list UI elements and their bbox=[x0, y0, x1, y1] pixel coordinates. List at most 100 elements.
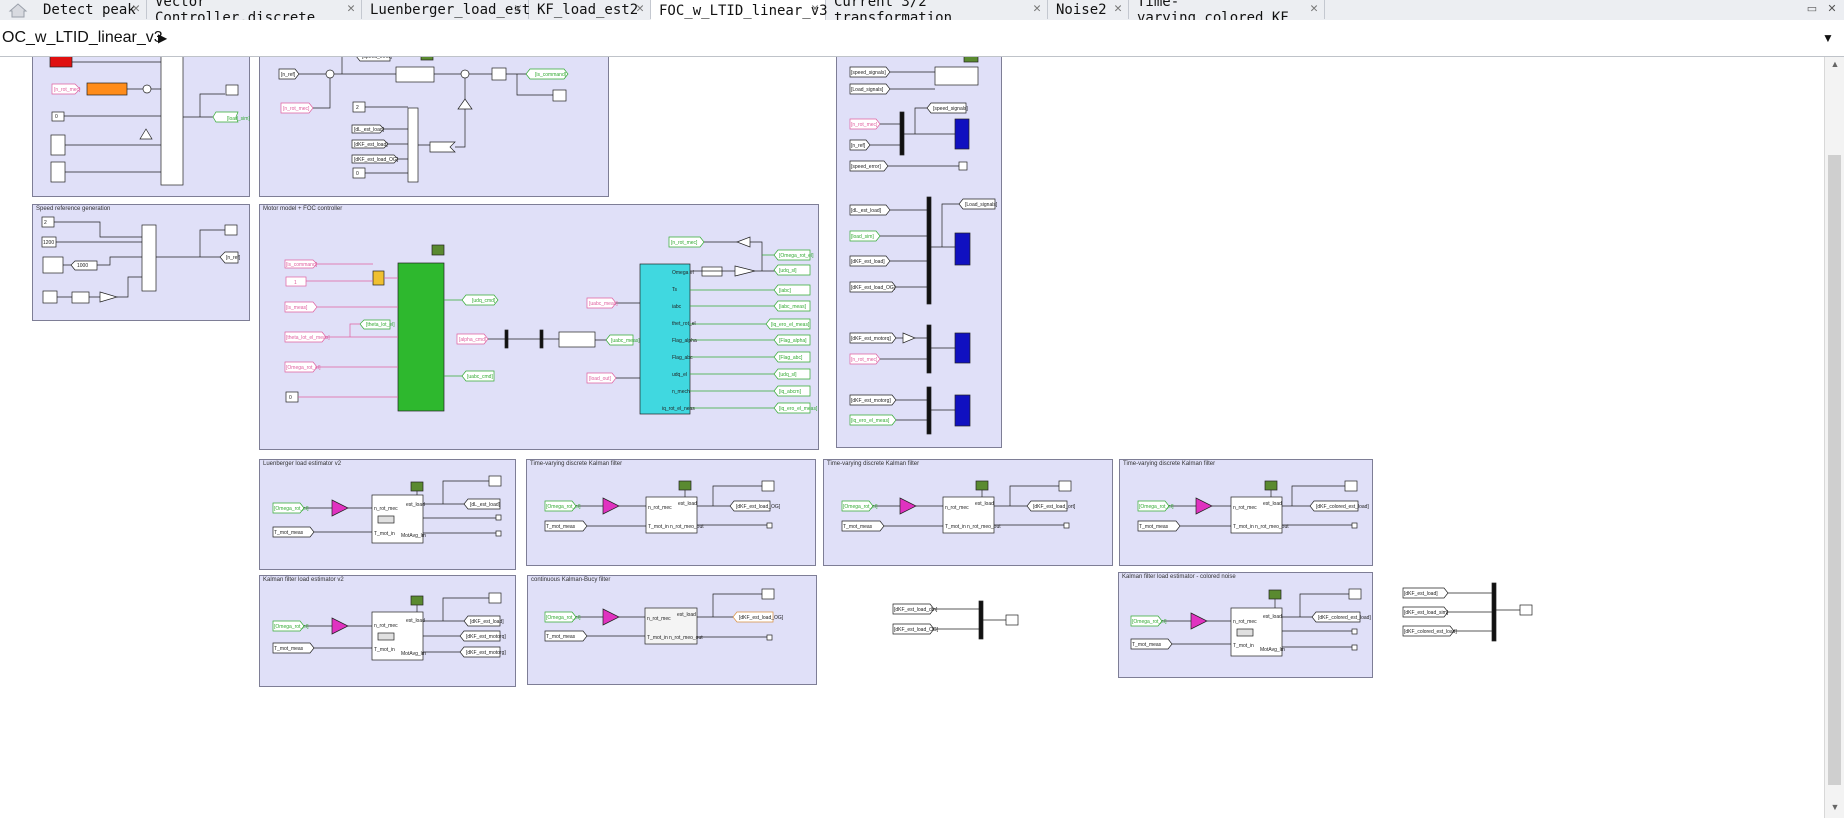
clock-block[interactable] bbox=[975, 480, 989, 491]
mux-block[interactable] bbox=[141, 224, 157, 292]
mux-bar[interactable] bbox=[926, 324, 932, 374]
gain-block[interactable] bbox=[99, 291, 119, 303]
scope-block[interactable] bbox=[225, 84, 239, 96]
clock-block[interactable] bbox=[963, 57, 979, 63]
terminator[interactable] bbox=[766, 634, 773, 641]
model-canvas[interactable]: Speed reference generation Motor model +… bbox=[0, 57, 1824, 818]
gain-block[interactable] bbox=[331, 499, 349, 517]
close-icon[interactable]: ✕ bbox=[514, 1, 522, 16]
clock-block[interactable] bbox=[678, 480, 692, 491]
tab-foc-ltid[interactable]: FOC_w_LTID_linear_v3 ✕ bbox=[651, 0, 828, 21]
mux-bar[interactable] bbox=[1491, 582, 1497, 642]
terminator[interactable] bbox=[1063, 522, 1070, 529]
gain-block[interactable] bbox=[736, 236, 751, 248]
mux-block[interactable] bbox=[934, 66, 979, 86]
scrollbar-thumb[interactable] bbox=[1828, 155, 1841, 785]
saturation-block[interactable] bbox=[491, 67, 507, 81]
terminator[interactable] bbox=[958, 161, 968, 171]
terminator[interactable] bbox=[495, 514, 502, 521]
tab-detect-peak[interactable]: Detect peak ✕ bbox=[35, 0, 147, 19]
scope-block[interactable] bbox=[954, 232, 971, 266]
home-icon[interactable] bbox=[6, 2, 30, 18]
switch-block[interactable] bbox=[372, 270, 385, 286]
foc-controller-block[interactable] bbox=[397, 262, 445, 412]
gain-block[interactable] bbox=[331, 617, 349, 635]
mux-bar[interactable] bbox=[926, 196, 932, 305]
tab-vector-controller[interactable]: Vector Controller.discrete ✕ bbox=[147, 0, 362, 26]
delay-block[interactable] bbox=[71, 291, 90, 304]
scope-block[interactable] bbox=[761, 588, 775, 600]
sum-block[interactable] bbox=[325, 69, 335, 79]
chevron-down-icon[interactable]: ▼ bbox=[1822, 31, 1834, 45]
scope-block[interactable] bbox=[954, 332, 971, 364]
scope-block[interactable] bbox=[1344, 480, 1358, 492]
tab-kf-load-est2[interactable]: KF_load_est2 ✕ bbox=[529, 0, 651, 19]
mux-bar[interactable] bbox=[926, 386, 932, 435]
step-block[interactable] bbox=[42, 256, 64, 274]
scope-block[interactable] bbox=[1005, 614, 1019, 626]
tab-noise2[interactable]: Noise2 ✕ bbox=[1048, 0, 1129, 19]
gain-block[interactable] bbox=[429, 141, 456, 153]
constant-block[interactable] bbox=[352, 101, 366, 113]
scope-block[interactable] bbox=[488, 592, 502, 604]
close-icon[interactable]: ✕ bbox=[636, 1, 644, 16]
scope-block[interactable] bbox=[1519, 604, 1533, 616]
terminator[interactable] bbox=[1351, 628, 1358, 635]
pi-controller-block[interactable] bbox=[395, 66, 435, 83]
scope-block[interactable] bbox=[761, 480, 775, 492]
mux-bar[interactable] bbox=[899, 111, 905, 156]
restore-icon[interactable]: ▭ bbox=[1805, 2, 1819, 16]
gain-block[interactable] bbox=[602, 497, 620, 515]
scope-block[interactable] bbox=[954, 394, 971, 427]
tab-time-varying-kf[interactable]: Time-varying_colored_KF ✕ bbox=[1129, 0, 1325, 26]
function-block[interactable] bbox=[86, 82, 128, 96]
constant-block[interactable] bbox=[352, 167, 366, 179]
terminator[interactable] bbox=[1351, 644, 1358, 651]
gain-block[interactable] bbox=[1190, 612, 1208, 630]
constant-block[interactable] bbox=[51, 111, 65, 122]
scope-block[interactable] bbox=[954, 118, 970, 150]
sum-block[interactable] bbox=[142, 84, 152, 94]
scope-block[interactable] bbox=[1348, 588, 1362, 600]
close-icon[interactable]: ✕ bbox=[132, 1, 140, 16]
constant-block[interactable] bbox=[49, 57, 73, 68]
close-icon[interactable]: ✕ bbox=[1033, 1, 1041, 16]
clock-block[interactable] bbox=[410, 595, 424, 606]
subsystem-block[interactable] bbox=[50, 134, 66, 156]
clock-block[interactable] bbox=[1268, 589, 1282, 600]
scope-block[interactable] bbox=[224, 224, 238, 236]
gain-block[interactable] bbox=[139, 128, 153, 140]
mux-bar[interactable] bbox=[978, 600, 984, 640]
close-icon[interactable]: ✕ bbox=[1114, 1, 1122, 16]
terminator[interactable] bbox=[766, 522, 773, 529]
tab-current-transformation[interactable]: Current 3/2 transformation ✕ bbox=[826, 0, 1048, 26]
constant-block[interactable] bbox=[701, 266, 723, 277]
clock-block[interactable] bbox=[1264, 480, 1278, 491]
switch-block[interactable] bbox=[160, 57, 184, 186]
gain-block[interactable] bbox=[457, 98, 473, 110]
close-icon[interactable]: ✕ bbox=[811, 1, 819, 16]
gain-block[interactable] bbox=[902, 332, 916, 344]
gain-block[interactable] bbox=[734, 265, 756, 277]
mux-block[interactable] bbox=[407, 107, 419, 183]
sum-block[interactable] bbox=[460, 69, 470, 79]
breadcrumb-model-name[interactable]: OC_w_LTID_linear_v3 bbox=[2, 29, 163, 47]
inverter-block[interactable] bbox=[558, 331, 596, 348]
scope-block[interactable] bbox=[488, 475, 502, 487]
clock-block[interactable] bbox=[431, 244, 445, 256]
mux-bar[interactable] bbox=[539, 329, 544, 349]
scroll-up-icon[interactable]: ▲ bbox=[1829, 59, 1841, 69]
gain-block[interactable] bbox=[602, 608, 620, 626]
scope-block[interactable] bbox=[1058, 480, 1072, 492]
scroll-down-icon[interactable]: ▼ bbox=[1829, 802, 1841, 812]
terminator[interactable] bbox=[495, 530, 502, 537]
gain-block[interactable] bbox=[899, 497, 917, 515]
close-window-icon[interactable]: ✕ bbox=[1825, 2, 1839, 16]
subsystem-block[interactable] bbox=[50, 161, 66, 183]
vertical-scrollbar[interactable]: ▲ ▼ bbox=[1824, 57, 1844, 818]
tab-luenberger[interactable]: Luenberger_load_est ✕ bbox=[362, 0, 530, 19]
clock-block[interactable] bbox=[420, 57, 434, 61]
constant-block[interactable] bbox=[285, 391, 299, 403]
close-icon[interactable]: ✕ bbox=[347, 1, 355, 16]
clock-block[interactable] bbox=[410, 481, 424, 492]
